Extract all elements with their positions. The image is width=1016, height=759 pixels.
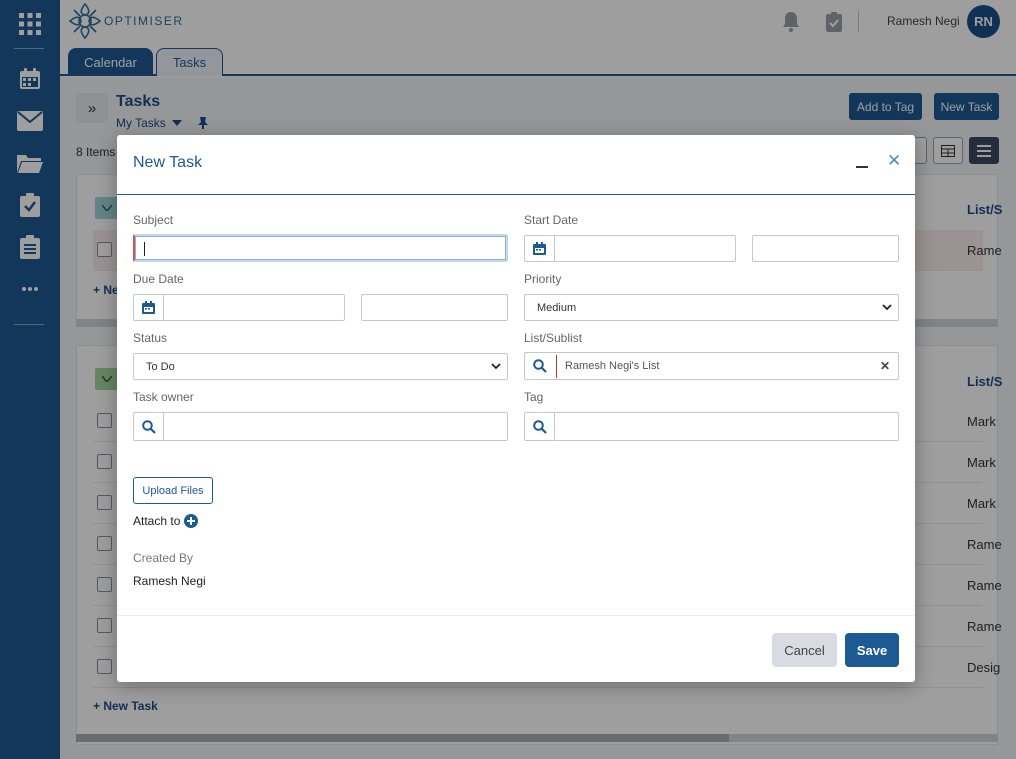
upload-files-button[interactable]: Upload Files xyxy=(133,477,213,504)
calendar-icon[interactable] xyxy=(134,295,164,320)
status-select[interactable]: To Do xyxy=(133,353,508,380)
created-by-label: Created By xyxy=(133,551,194,565)
list-sublist-value: Ramesh Negi's List xyxy=(565,360,660,372)
start-date-label: Start Date xyxy=(524,213,579,227)
priority-label: Priority xyxy=(524,272,562,286)
subject-label: Subject xyxy=(133,213,174,227)
status-value: To Do xyxy=(146,360,175,373)
start-date-input[interactable] xyxy=(524,235,736,262)
list-sublist-label: List/Sublist xyxy=(524,331,583,345)
priority-select[interactable]: Medium xyxy=(524,294,899,321)
status-label: Status xyxy=(133,331,168,345)
task-owner-lookup[interactable] xyxy=(133,412,508,441)
field-divider xyxy=(556,355,557,378)
cancel-button[interactable]: Cancel xyxy=(772,633,837,667)
task-owner-label: Task owner xyxy=(133,390,194,404)
tag-label: Tag xyxy=(524,390,544,404)
due-date-label: Due Date xyxy=(133,272,184,286)
search-icon[interactable] xyxy=(134,413,164,440)
attach-to-label: Attach to xyxy=(133,514,181,528)
close-icon[interactable]: ✕ xyxy=(887,151,901,171)
search-icon[interactable] xyxy=(525,413,555,440)
attach-to[interactable]: Attach to xyxy=(133,514,199,528)
chevron-down-icon xyxy=(491,363,501,370)
clear-icon[interactable]: ✕ xyxy=(880,359,890,373)
chevron-down-icon xyxy=(882,304,892,311)
due-time-input[interactable] xyxy=(361,294,508,321)
search-icon[interactable] xyxy=(525,353,555,379)
list-sublist-lookup[interactable]: Ramesh Negi's List ✕ xyxy=(524,352,899,380)
calendar-icon[interactable] xyxy=(525,236,555,261)
created-by-value: Ramesh Negi xyxy=(133,574,206,588)
text-caret xyxy=(144,242,145,256)
start-time-input[interactable] xyxy=(752,235,899,262)
dialog-footer: Cancel Save xyxy=(117,615,915,682)
save-button[interactable]: Save xyxy=(845,633,899,667)
new-task-dialog: New Task ✕ Subject Start Date Due Date P… xyxy=(117,135,915,682)
priority-value: Medium xyxy=(537,301,577,314)
minimize-icon[interactable] xyxy=(856,154,868,168)
plus-circle-icon[interactable] xyxy=(184,514,199,528)
dialog-header: New Task ✕ xyxy=(117,135,915,195)
tag-lookup[interactable] xyxy=(524,412,899,441)
dialog-title: New Task xyxy=(133,154,203,171)
due-date-input[interactable] xyxy=(133,294,345,321)
subject-input[interactable] xyxy=(133,234,508,262)
